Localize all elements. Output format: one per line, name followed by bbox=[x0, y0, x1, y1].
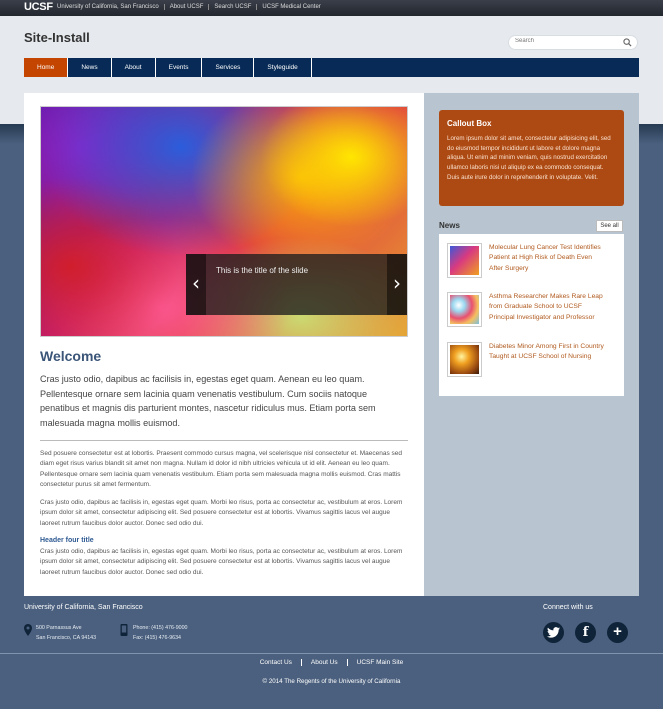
footer-link-main-site[interactable]: UCSF Main Site bbox=[346, 659, 413, 666]
nav-item-about[interactable]: About bbox=[112, 58, 156, 77]
utility-bar: UCSF University of California, San Franc… bbox=[0, 0, 663, 16]
slide-title: This is the title of the slide bbox=[216, 266, 309, 275]
chevron-left-icon[interactable]: ‹ bbox=[186, 254, 206, 315]
content-divider bbox=[40, 440, 408, 441]
copyright: © 2014 The Regents of the University of … bbox=[262, 678, 401, 685]
news-heading: News bbox=[439, 221, 460, 230]
phone-number: Phone: (415) 476-9000 bbox=[133, 625, 188, 631]
site-title[interactable]: Site-Install bbox=[24, 30, 90, 45]
main-nav: Home News About Events Services Stylegui… bbox=[24, 58, 639, 77]
news-link[interactable]: Asthma Researcher Makes Rare Leap from G… bbox=[489, 292, 604, 323]
news-thumbnail[interactable] bbox=[447, 292, 482, 327]
body-paragraph-3: Cras justo odio, dapibus ac facilisis in… bbox=[40, 548, 403, 576]
callout-body: Lorem ipsum dolor sit amet, consectetur … bbox=[447, 135, 611, 181]
news-item[interactable]: Molecular Lung Cancer Test Identifies Pa… bbox=[447, 243, 617, 283]
footer-divider bbox=[0, 653, 663, 654]
nav-item-styleguide[interactable]: Styleguide bbox=[254, 58, 312, 77]
map-pin-icon bbox=[24, 624, 32, 636]
see-all-button[interactable]: See all bbox=[596, 220, 623, 232]
callout-title: Callout Box bbox=[447, 119, 492, 128]
twitter-icon[interactable] bbox=[543, 622, 564, 643]
header-four: Header four title bbox=[40, 537, 94, 544]
news-item[interactable]: Diabetes Minor Among First in Country Ta… bbox=[447, 342, 617, 382]
news-link[interactable]: Molecular Lung Cancer Test Identifies Pa… bbox=[489, 243, 604, 274]
nav-item-services[interactable]: Services bbox=[202, 58, 255, 77]
footer-title: University of California, San Francisco bbox=[24, 604, 143, 611]
news-item[interactable]: Asthma Researcher Makes Rare Leap from G… bbox=[447, 292, 617, 332]
callout-box: Callout Box Lorem ipsum dolor sit amet, … bbox=[439, 110, 624, 206]
news-thumbnail[interactable] bbox=[447, 342, 482, 377]
lead-paragraph: Cras justo odio, dapibus ac facilisis in… bbox=[40, 374, 376, 428]
utility-link-medical-center[interactable]: UCSF Medical Center bbox=[256, 4, 326, 10]
image-slider[interactable]: ‹ This is the title of the slide › bbox=[40, 106, 408, 337]
news-list: Molecular Lung Cancer Test Identifies Pa… bbox=[439, 234, 624, 396]
ucsf-logo[interactable]: UCSF bbox=[24, 1, 53, 13]
utility-link-ucsf[interactable]: University of California, San Francisco bbox=[52, 4, 164, 10]
utility-link-search[interactable]: Search UCSF bbox=[208, 4, 257, 10]
body-paragraph-1: Sed posuere consectetur est at lobortis.… bbox=[40, 450, 403, 489]
news-thumbnail[interactable] bbox=[447, 243, 482, 278]
connect-heading: Connect with us bbox=[543, 604, 593, 611]
utility-links: University of California, San Francisco A… bbox=[52, 4, 326, 10]
slide-caption: ‹ This is the title of the slide › bbox=[186, 254, 407, 315]
news-link[interactable]: Diabetes Minor Among First in Country Ta… bbox=[489, 342, 604, 363]
search-input[interactable] bbox=[515, 38, 620, 44]
facebook-icon[interactable]: f bbox=[575, 622, 596, 643]
google-plus-icon[interactable]: + bbox=[607, 622, 628, 643]
chevron-right-icon[interactable]: › bbox=[387, 254, 407, 315]
nav-item-home[interactable]: Home bbox=[24, 58, 69, 77]
body-paragraph-2: Cras justo odio, dapibus ac facilisis in… bbox=[40, 499, 403, 527]
phone-icon bbox=[120, 624, 128, 636]
address-line-2: San Francisco, CA 94143 bbox=[36, 634, 97, 641]
nav-item-news[interactable]: News bbox=[68, 58, 112, 77]
footer-links: Contact Us About Us UCSF Main Site bbox=[0, 659, 663, 666]
footer-contact: Phone: (415) 476-9000 Fax: (415) 476-963… bbox=[133, 624, 187, 643]
search-box[interactable] bbox=[508, 35, 638, 50]
search-icon[interactable] bbox=[623, 38, 632, 47]
footer-link-about[interactable]: About Us bbox=[300, 659, 347, 666]
address-line-1: 500 Parnassus Ave bbox=[36, 625, 82, 631]
utility-link-about[interactable]: About UCSF bbox=[163, 4, 209, 10]
nav-item-events[interactable]: Events bbox=[156, 58, 203, 77]
footer-address: 500 Parnassus Ave San Francisco, CA 9414… bbox=[36, 624, 96, 643]
footer-link-contact[interactable]: Contact Us bbox=[251, 659, 301, 666]
fax-number: Fax: (415) 476-9634 bbox=[133, 634, 181, 641]
welcome-heading: Welcome bbox=[40, 348, 102, 364]
